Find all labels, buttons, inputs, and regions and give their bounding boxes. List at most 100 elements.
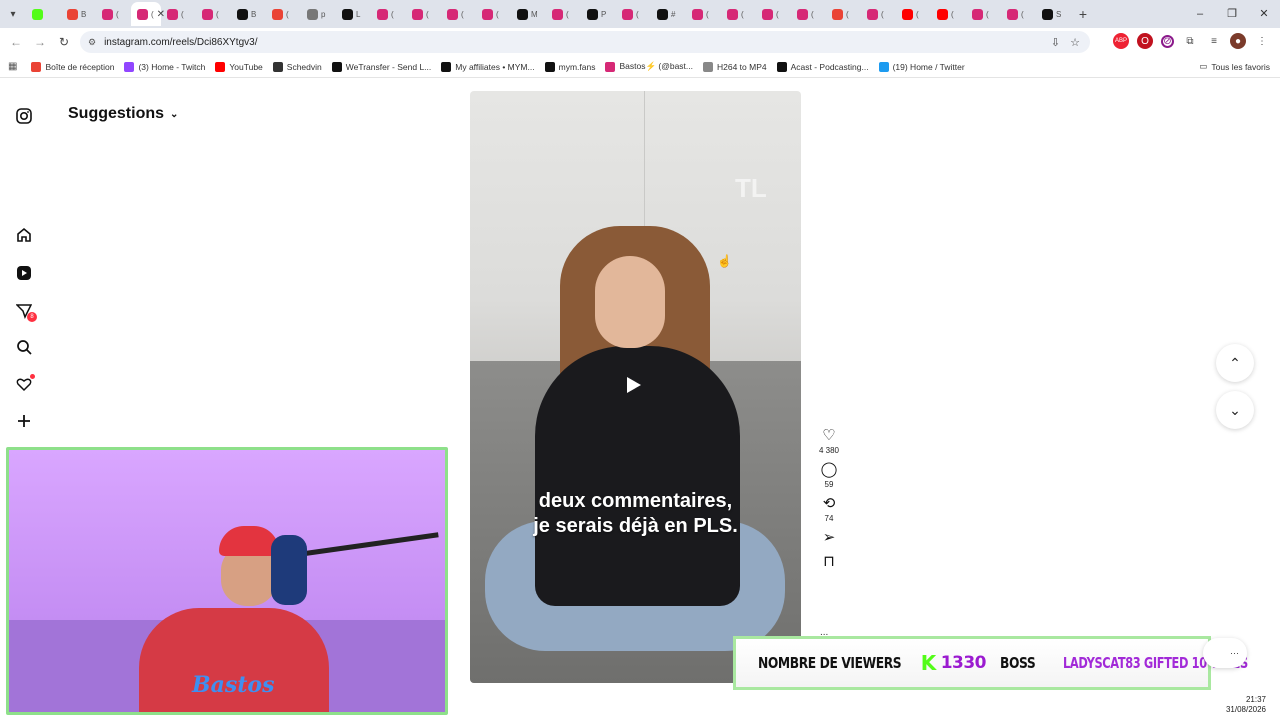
bookmark-label[interactable]: WeTransfer - Send L... bbox=[346, 62, 432, 72]
browser-tab[interactable]: ( bbox=[96, 2, 131, 26]
bookmark-label[interactable]: (19) Home / Twitter bbox=[893, 62, 965, 72]
suggestions-dropdown[interactable]: Suggestions ⌄ bbox=[68, 105, 178, 123]
browser-tab[interactable]: ( bbox=[721, 2, 756, 26]
repost-action[interactable]: ⟲ 74 bbox=[816, 495, 842, 523]
browser-tab[interactable]: ( bbox=[371, 2, 406, 26]
search-icon[interactable] bbox=[14, 337, 34, 357]
tab-search-icon[interactable]: ▾ bbox=[0, 0, 26, 28]
notifications-heart-icon[interactable] bbox=[14, 374, 35, 394]
browser-tab[interactable]: ( bbox=[826, 2, 861, 26]
new-tab-button[interactable]: + bbox=[1071, 6, 1095, 22]
browser-tab[interactable]: M bbox=[511, 2, 546, 26]
bookmark-item[interactable]: (19) Home / Twitter bbox=[878, 61, 965, 72]
chevron-down-icon[interactable]: ⌄ bbox=[170, 109, 178, 120]
next-reel-button[interactable]: ⌄ bbox=[1216, 391, 1254, 429]
browser-tab[interactable]: ( bbox=[791, 2, 826, 26]
all-bookmarks-label[interactable]: Tous les favoris bbox=[1211, 62, 1270, 72]
save-action[interactable]: ⊓ bbox=[816, 553, 842, 571]
heart-icon[interactable]: ♡ bbox=[822, 427, 835, 445]
browser-tab[interactable]: ( bbox=[896, 2, 931, 26]
share-action[interactable]: ➢ bbox=[816, 529, 842, 547]
apps-grid-icon[interactable]: ▦ bbox=[8, 61, 17, 72]
back-icon[interactable]: ← bbox=[4, 35, 28, 49]
browser-tab[interactable]: (✕ bbox=[131, 2, 165, 26]
browser-tab[interactable]: S bbox=[1036, 2, 1071, 26]
browser-tab[interactable]: ( bbox=[161, 2, 196, 26]
bookmark-item[interactable]: mym.fans bbox=[544, 61, 596, 72]
bookmark-item[interactable]: Bastos⚡ (@bast... bbox=[605, 61, 693, 72]
browser-tab[interactable]: p bbox=[301, 2, 336, 26]
browser-tab[interactable]: ( bbox=[546, 2, 581, 26]
address-bar[interactable]: ⚙ instagram.com/reels/Dci86XYtgv3/ ⇩ ☆ bbox=[80, 31, 1090, 53]
create-plus-icon[interactable] bbox=[14, 411, 34, 431]
minimize-icon[interactable]: – bbox=[1184, 0, 1216, 28]
bookmark-item[interactable]: Boîte de réception bbox=[31, 61, 114, 72]
media-queue-icon[interactable]: ≡ bbox=[1206, 33, 1222, 49]
adblock-icon[interactable]: ABP bbox=[1113, 33, 1129, 49]
bookmark-item[interactable]: WeTransfer - Send L... bbox=[331, 61, 432, 72]
repost-icon[interactable]: ⟲ bbox=[823, 495, 836, 513]
home-icon[interactable] bbox=[14, 225, 34, 245]
bookmark-icon[interactable]: ⊓ bbox=[823, 553, 835, 571]
browser-tab[interactable]: ( bbox=[966, 2, 1001, 26]
browser-tab[interactable]: ( bbox=[441, 2, 476, 26]
site-info-icon[interactable]: ⚙ bbox=[88, 37, 96, 48]
bookmark-item[interactable]: My affiliates • MYM... bbox=[441, 61, 535, 72]
bookmark-label[interactable]: YouTube bbox=[229, 62, 262, 72]
reel-video[interactable]: TL deux commentaires, je serais déjà en … bbox=[470, 91, 801, 683]
browser-tab[interactable]: ( bbox=[476, 2, 511, 26]
extensions-puzzle-icon[interactable]: ⧉ bbox=[1182, 33, 1198, 49]
bookmark-label[interactable]: H264 to MP4 bbox=[717, 62, 767, 72]
share-icon[interactable]: ➢ bbox=[823, 529, 836, 547]
bookmark-label[interactable]: mym.fans bbox=[559, 62, 596, 72]
bookmark-label[interactable]: Acast - Podcasting... bbox=[791, 62, 869, 72]
comment-icon[interactable]: ◯ bbox=[821, 461, 838, 479]
bookmark-item[interactable]: (3) Home - Twitch bbox=[124, 61, 205, 72]
browser-tab[interactable]: ( bbox=[931, 2, 966, 26]
restore-icon[interactable]: ❐ bbox=[1216, 0, 1248, 28]
opera-ext-icon[interactable]: O bbox=[1137, 33, 1153, 49]
browser-tab[interactable]: ( bbox=[266, 2, 301, 26]
bookmark-label[interactable]: Schedvin bbox=[287, 62, 322, 72]
profile-avatar[interactable]: ● bbox=[1230, 33, 1246, 49]
block-ext-icon[interactable]: ⊘ bbox=[1161, 34, 1174, 48]
messages-pill[interactable]: ··· bbox=[1203, 638, 1247, 668]
browser-tab[interactable]: ( bbox=[686, 2, 721, 26]
browser-tab[interactable]: # bbox=[651, 2, 686, 26]
play-icon[interactable] bbox=[627, 377, 641, 393]
close-window-icon[interactable]: ✕ bbox=[1248, 0, 1280, 28]
like-action[interactable]: ♡ 4 380 bbox=[816, 427, 842, 455]
bookmark-label[interactable]: Bastos⚡ (@bast... bbox=[619, 61, 693, 72]
browser-tab[interactable]: ( bbox=[1001, 2, 1036, 26]
browser-tab[interactable]: ( bbox=[616, 2, 651, 26]
bookmark-label[interactable]: (3) Home - Twitch bbox=[138, 62, 205, 72]
bookmark-label[interactable]: Boîte de réception bbox=[45, 62, 114, 72]
previous-reel-button[interactable]: ⌃ bbox=[1216, 344, 1254, 382]
suggestions-label[interactable]: Suggestions bbox=[68, 105, 164, 123]
browser-tab[interactable]: ( bbox=[861, 2, 896, 26]
browser-tab[interactable]: L bbox=[336, 2, 371, 26]
bookmark-item[interactable]: Acast - Podcasting... bbox=[776, 61, 869, 72]
browser-tab[interactable]: ( bbox=[196, 2, 231, 26]
bookmark-item[interactable]: Schedvin bbox=[272, 61, 322, 72]
bookmark-item[interactable]: H264 to MP4 bbox=[703, 61, 767, 72]
url-text[interactable]: instagram.com/reels/Dci86XYtgv3/ bbox=[104, 37, 257, 48]
browser-tab[interactable]: ( bbox=[406, 2, 441, 26]
forward-icon[interactable]: → bbox=[28, 35, 52, 49]
bookmark-star-icon[interactable]: ☆ bbox=[1070, 36, 1080, 49]
bookmark-item[interactable]: YouTube bbox=[215, 61, 263, 72]
comment-action[interactable]: ◯ 59 bbox=[816, 461, 842, 489]
browser-tab[interactable]: B bbox=[61, 2, 96, 26]
browser-tab[interactable] bbox=[26, 2, 61, 26]
browser-menu-icon[interactable]: ⋮ bbox=[1254, 33, 1270, 49]
all-bookmarks[interactable]: ▭ Tous les favoris bbox=[1199, 61, 1270, 72]
direct-messages-icon[interactable]: 8 bbox=[14, 301, 37, 322]
reload-icon[interactable]: ↻ bbox=[52, 35, 76, 49]
bookmark-label[interactable]: My affiliates • MYM... bbox=[455, 62, 534, 72]
instagram-logo-icon[interactable] bbox=[14, 106, 34, 126]
browser-tab[interactable]: ( bbox=[756, 2, 791, 26]
browser-tab[interactable]: B bbox=[231, 2, 266, 26]
install-app-icon[interactable]: ⇩ bbox=[1051, 36, 1060, 49]
browser-tab[interactable]: P bbox=[581, 2, 616, 26]
reels-icon[interactable] bbox=[14, 263, 34, 283]
